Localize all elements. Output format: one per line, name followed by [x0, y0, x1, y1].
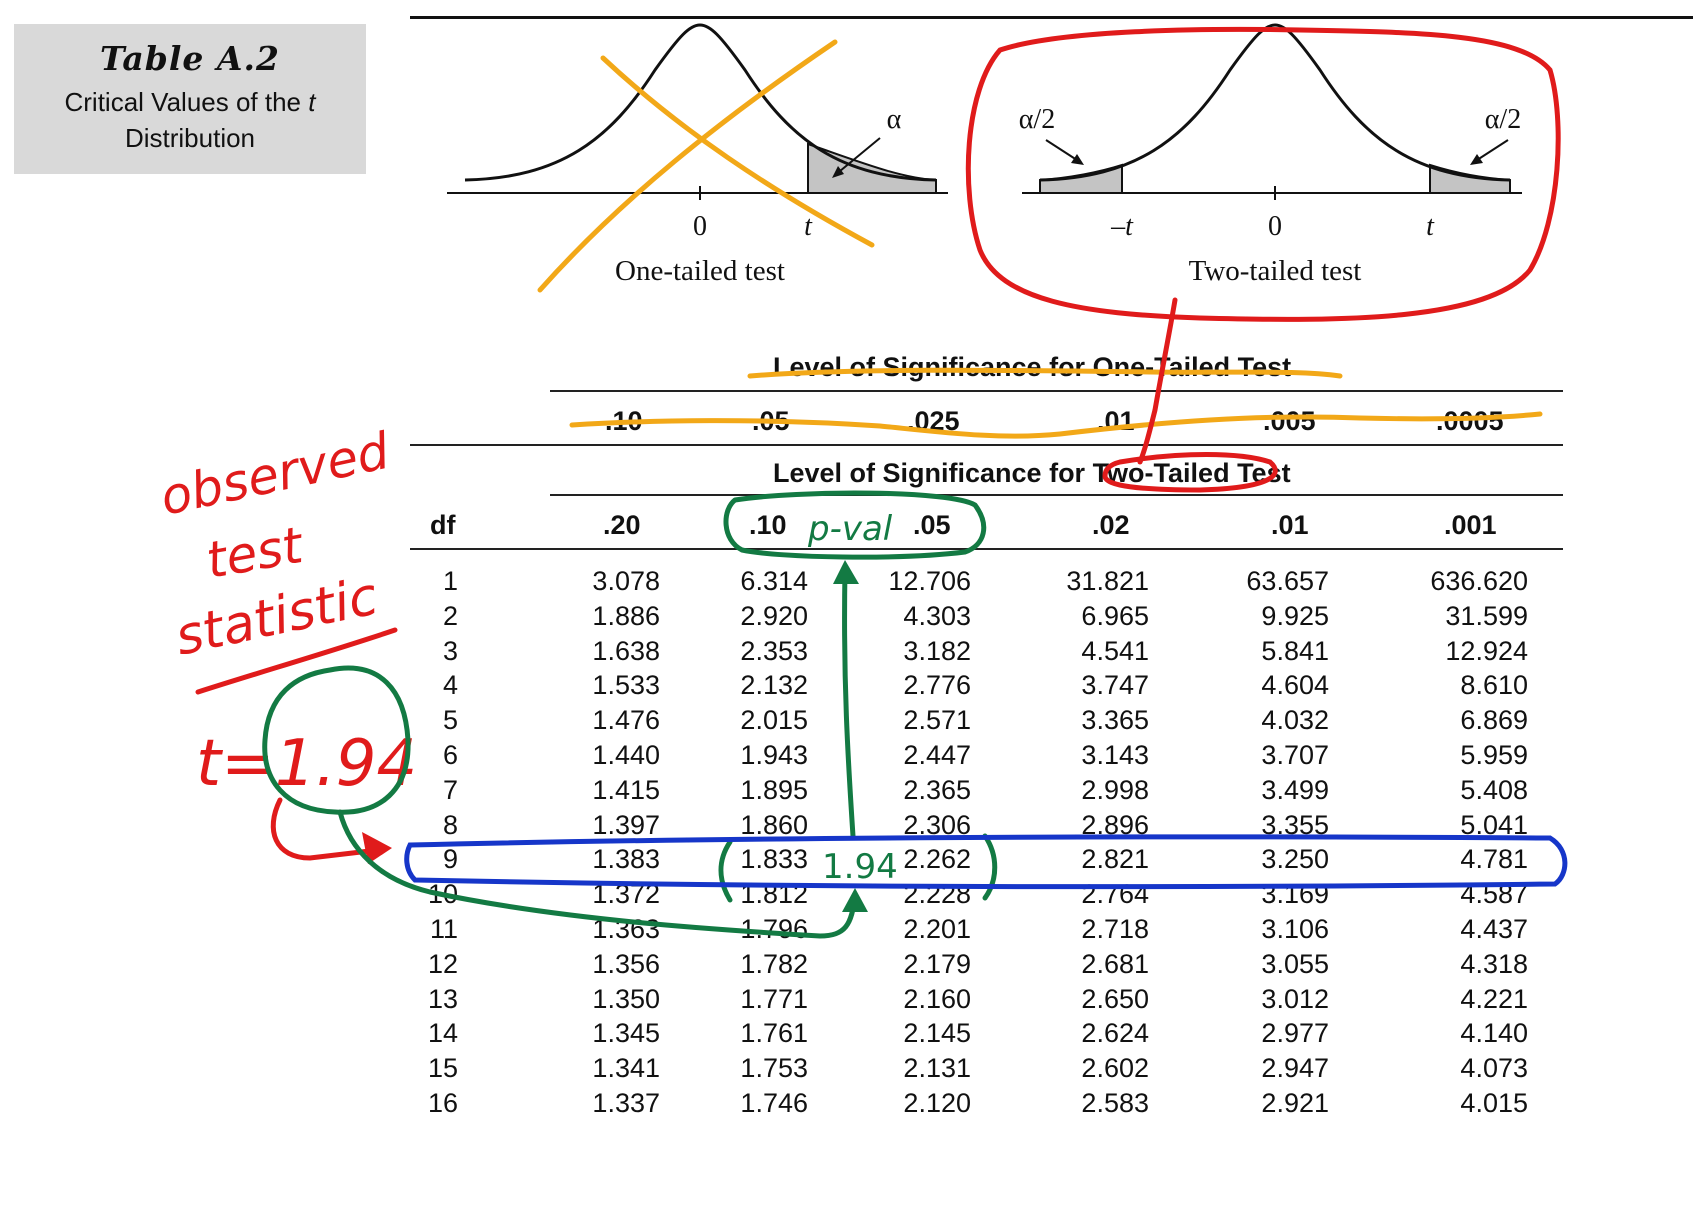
between-value-text: 1.94 — [822, 847, 898, 887]
orange-cross-line — [537, 39, 838, 293]
red-circle-two-tailed — [965, 26, 1561, 322]
annotations: observed test statistic t=1.94 p-val 1.9… — [155, 26, 1568, 939]
red-connector — [1137, 297, 1178, 465]
t-value-text: t=1.94 — [196, 727, 417, 801]
test-text: test — [202, 516, 309, 590]
green-row-parens-left — [718, 839, 733, 903]
blue-row-highlight — [404, 834, 1568, 890]
green-arrow-head — [842, 888, 868, 912]
observed-text: observed — [155, 422, 394, 527]
red-two-tailed-highlight — [965, 26, 1561, 493]
green-up-arrow-head — [833, 560, 859, 584]
statistic-text: statistic — [170, 566, 383, 667]
red-circle-two-tailed-word — [1102, 452, 1278, 493]
orange-cross-line — [600, 55, 875, 248]
orange-strike-one-tailed-header — [747, 367, 1343, 379]
green-arrow-from-t — [337, 809, 858, 939]
green-up-arrow — [842, 567, 856, 839]
orange-crossout — [537, 39, 1543, 439]
orange-strike-one-tailed-levels — [569, 411, 1543, 439]
p-val-text: p-val — [807, 509, 893, 549]
